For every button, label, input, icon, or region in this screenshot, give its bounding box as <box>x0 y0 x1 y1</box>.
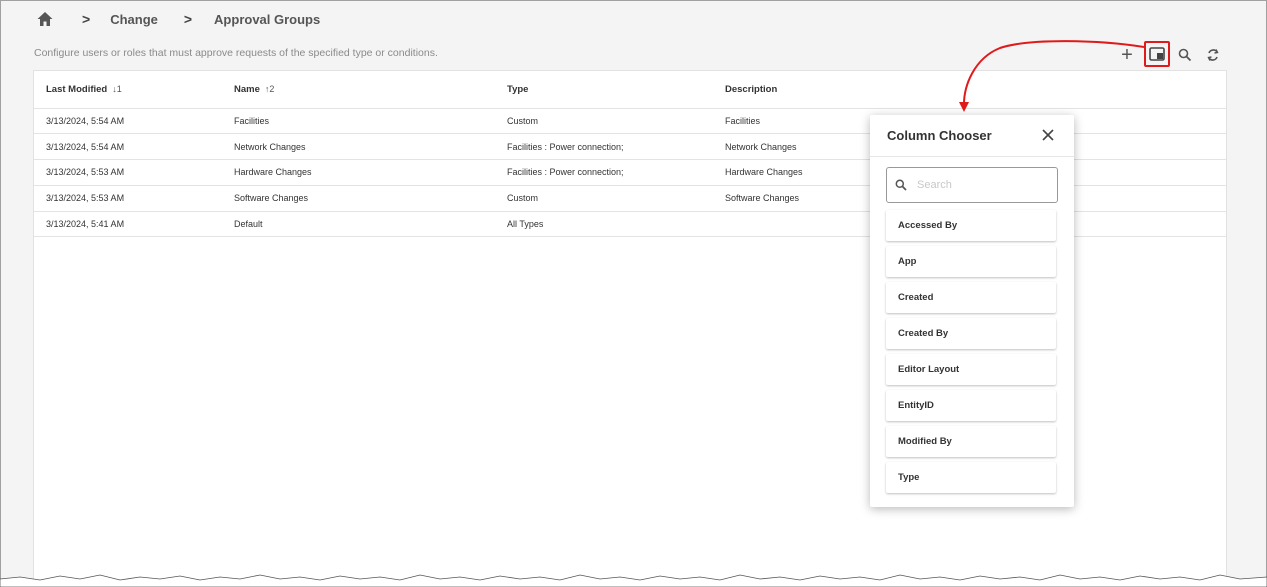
cell-last-modified: 3/13/2024, 5:54 AM <box>34 108 222 135</box>
column-chooser-icon <box>1149 47 1165 61</box>
table-header-row: Last Modified ↓1 Name ↑2 Type Description <box>34 71 1226 109</box>
column-chooser-panel: Column Chooser Accessed By App Created C… <box>870 115 1074 507</box>
column-option-type[interactable]: Type <box>886 462 1056 493</box>
column-chooser-list: Accessed By App Created Created By Edito… <box>886 210 1056 498</box>
search-icon <box>1178 48 1192 62</box>
search-icon <box>895 179 907 191</box>
add-icon: + <box>1121 44 1133 66</box>
breadcrumb-item-current: Approval Groups <box>214 11 321 27</box>
column-header-name[interactable]: Name ↑2 <box>222 71 495 109</box>
column-option-created[interactable]: Created <box>886 282 1056 313</box>
sort-indicator: ↓1 <box>112 83 122 94</box>
cell-name: Network Changes <box>222 133 495 161</box>
cell-type: All Types <box>495 211 713 238</box>
refresh-icon <box>1207 49 1219 61</box>
cell-type: Custom <box>495 108 713 135</box>
search-button[interactable] <box>1173 43 1197 67</box>
breadcrumb-item-change[interactable]: Change <box>110 12 158 27</box>
cell-last-modified: 3/13/2024, 5:53 AM <box>34 185 222 212</box>
cell-name: Software Changes <box>222 185 495 212</box>
column-search-field <box>886 167 1058 203</box>
cell-type: Facilities : Power connection; <box>495 159 713 186</box>
column-header-last-modified[interactable]: Last Modified ↓1 <box>34 71 222 109</box>
cell-type: Custom <box>495 185 713 212</box>
column-chooser-title: Column Chooser <box>887 128 992 143</box>
add-button[interactable]: + <box>1115 43 1139 67</box>
column-header-description[interactable]: Description <box>713 71 1226 109</box>
cell-last-modified: 3/13/2024, 5:41 AM <box>34 211 222 238</box>
column-option-accessed-by[interactable]: Accessed By <box>886 210 1056 241</box>
home-icon[interactable] <box>36 10 54 28</box>
column-option-app[interactable]: App <box>886 246 1056 277</box>
column-option-editor-layout[interactable]: Editor Layout <box>886 354 1056 385</box>
column-chooser-button[interactable] <box>1144 41 1170 67</box>
cell-last-modified: 3/13/2024, 5:53 AM <box>34 159 222 186</box>
sort-indicator: ↑2 <box>264 83 275 94</box>
cell-type: Facilities : Power connection; <box>495 133 713 161</box>
page-description: Configure users or roles that must appro… <box>34 47 438 59</box>
refresh-button[interactable] <box>1201 43 1225 67</box>
breadcrumb-separator: > <box>183 11 193 27</box>
toolbar: + <box>1115 41 1233 67</box>
column-option-created-by[interactable]: Created By <box>886 318 1056 349</box>
column-header-type[interactable]: Type <box>495 71 713 109</box>
cell-name: Hardware Changes <box>222 159 495 186</box>
cell-name: Default <box>222 211 495 238</box>
cell-last-modified: 3/13/2024, 5:54 AM <box>34 133 222 161</box>
breadcrumb: > Change > Approval Groups <box>36 10 320 28</box>
column-chooser-header: Column Chooser <box>870 115 1074 157</box>
cell-name: Facilities <box>222 108 495 135</box>
breadcrumb-separator: > <box>82 11 91 27</box>
close-icon[interactable] <box>1040 127 1056 143</box>
column-option-entityid[interactable]: EntityID <box>886 390 1056 421</box>
column-option-modified-by[interactable]: Modified By <box>886 426 1056 457</box>
column-search-input[interactable] <box>917 179 1047 191</box>
